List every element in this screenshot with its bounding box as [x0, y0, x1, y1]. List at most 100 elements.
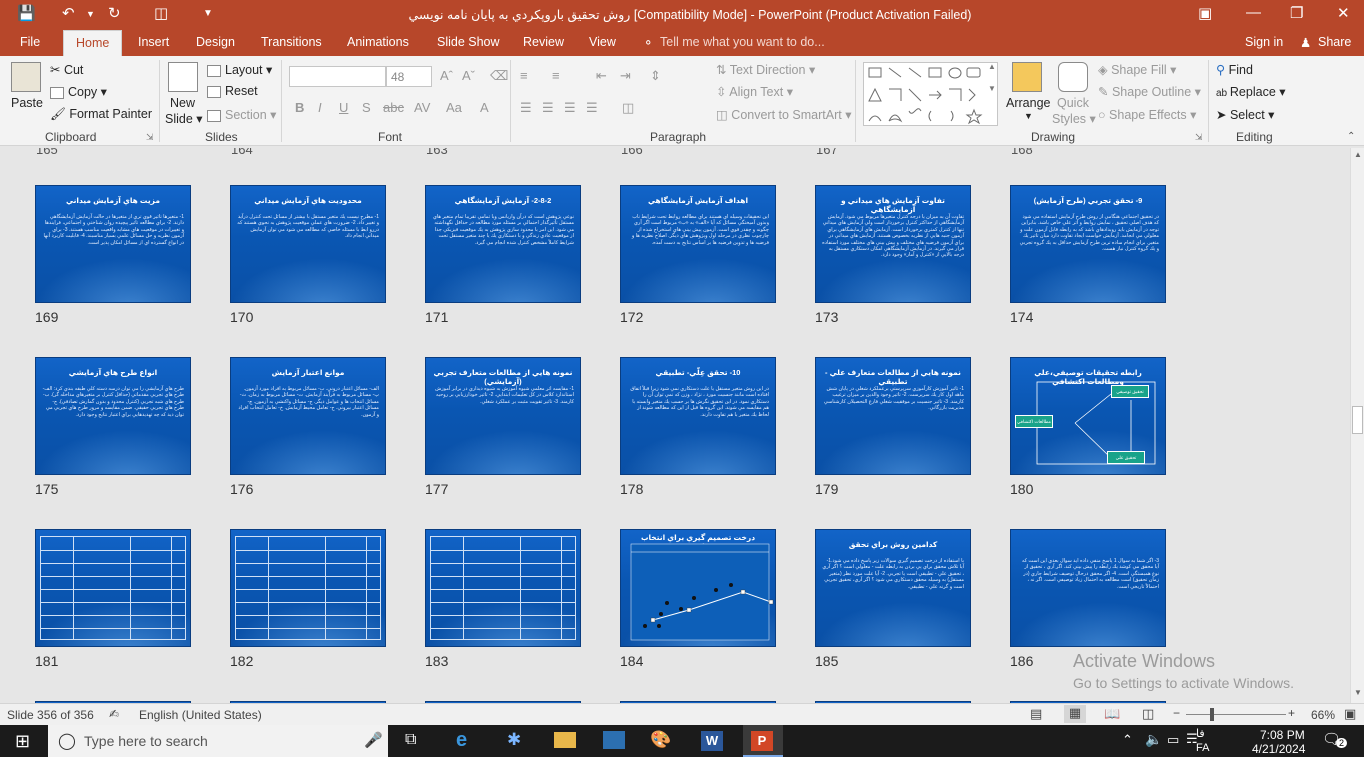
shape-fill-button[interactable]: ◈ Shape Fill ▾: [1098, 62, 1176, 77]
shadow-icon[interactable]: S: [362, 100, 371, 115]
slide-thumbnail[interactable]: نمونه هايي از مطالعات متعارف تجربي (آزما…: [425, 357, 581, 475]
increase-indent-icon[interactable]: ⇥: [620, 68, 631, 84]
replace-button[interactable]: ab Replace ▾: [1216, 84, 1286, 99]
tab-animations[interactable]: Animations: [347, 35, 409, 49]
save-icon[interactable]: 💾: [17, 4, 36, 22]
tab-transitions[interactable]: Transitions: [261, 35, 322, 49]
zoom-in-icon[interactable]: +: [1288, 706, 1295, 720]
tab-design[interactable]: Design: [196, 35, 235, 49]
decrease-indent-icon[interactable]: ⇤: [596, 68, 607, 84]
word-icon[interactable]: W: [701, 731, 723, 751]
paint-app-icon[interactable]: 🎨: [650, 730, 671, 750]
shape-effects-button[interactable]: ○ Shape Effects ▾: [1098, 107, 1196, 122]
shapes-gallery[interactable]: [863, 62, 998, 126]
slide-thumbnail[interactable]: تفاوت آزمايش هاي ميداني و آزمايشگاهي تفاو…: [815, 185, 971, 303]
clear-formatting-icon[interactable]: ⌫: [490, 68, 508, 84]
tab-slide-show[interactable]: Slide Show: [437, 35, 500, 49]
zoom-slider[interactable]: [1186, 714, 1286, 715]
volume-icon[interactable]: 🔈: [1145, 731, 1162, 748]
slide-thumbnail[interactable]: 2-8-2- آزمايش آزمايشگاهي نوعي پژوهش است ك…: [425, 185, 581, 303]
new-slide-icon[interactable]: [168, 62, 198, 92]
scroll-thumb[interactable]: [1352, 406, 1363, 434]
scroll-up-icon[interactable]: ▲: [1354, 150, 1362, 159]
align-center-icon[interactable]: ☰: [542, 100, 554, 116]
cut-button[interactable]: ✂ Cut: [50, 62, 83, 77]
taskbar-search[interactable]: ◯ Type here to search 🎤: [48, 725, 388, 757]
convert-smartart-button[interactable]: ◫ Convert to SmartArt ▾: [716, 107, 852, 122]
slide-thumbnail[interactable]: 9- تحقق تجربي (طرح آزمايش) در تحقيق اجتما…: [1010, 185, 1166, 303]
slide-thumbnail[interactable]: اهداف آزمايش آزمايشگاهي اين تحقيقات وسيله…: [620, 185, 776, 303]
char-spacing-icon[interactable]: AV: [414, 100, 430, 115]
collapse-ribbon-icon[interactable]: ⌃: [1347, 131, 1355, 142]
format-painter-button[interactable]: 🖌 Format Painter: [50, 107, 152, 122]
align-left-icon[interactable]: ☰: [520, 100, 532, 116]
tray-chevron-icon[interactable]: ⌃: [1122, 732, 1133, 748]
slide-thumbnail[interactable]: مزيت هاي آزمايش ميداني 1- متغيرها تاثير ق…: [35, 185, 191, 303]
new-slide-label2[interactable]: Slide ▾: [165, 111, 203, 126]
quick-styles-button[interactable]: Quick: [1057, 96, 1089, 110]
font-color-icon[interactable]: A: [480, 100, 489, 115]
slideshow-view-icon[interactable]: ◫: [1142, 706, 1154, 722]
numbering-icon[interactable]: ≡: [552, 68, 560, 83]
bold-icon[interactable]: B: [295, 100, 304, 115]
slide-thumbnail[interactable]: 10- تحقق عِلّي- تطبيقي در اين روش متغير م…: [620, 357, 776, 475]
slide-thumbnail[interactable]: درخت تصميم گيري براي انتخاب روشهاي تحقيق: [620, 529, 776, 647]
tell-me-input[interactable]: Tell me what you want to do...: [660, 35, 825, 49]
font-name-combo[interactable]: [289, 66, 386, 87]
input-language[interactable]: FA: [1196, 742, 1209, 754]
bullets-icon[interactable]: ≡: [520, 68, 528, 83]
tab-review[interactable]: Review: [523, 35, 564, 49]
copy-button[interactable]: Copy ▾: [50, 84, 107, 99]
paste-icon[interactable]: [11, 62, 41, 92]
line-spacing-icon[interactable]: ⇕: [650, 68, 661, 84]
powerpoint-taskbar-item[interactable]: P: [743, 725, 783, 757]
bluetooth-icon[interactable]: ✱: [507, 730, 521, 750]
clock-time[interactable]: 7:08 PM: [1260, 728, 1305, 742]
tab-insert[interactable]: Insert: [138, 35, 169, 49]
reset-button[interactable]: Reset: [207, 84, 258, 98]
task-view-icon[interactable]: ⧉: [405, 731, 416, 749]
customize-qat-icon[interactable]: ▼: [203, 8, 213, 19]
restore-icon[interactable]: ❐: [1290, 4, 1303, 22]
slide-thumbnail[interactable]: كدامين روش براي تحقق با استفاده از درخت ت…: [815, 529, 971, 647]
gallery-up-icon[interactable]: ▲: [988, 62, 996, 71]
find-button[interactable]: ⚲ Find: [1216, 62, 1253, 77]
change-case-icon[interactable]: Aa: [446, 100, 462, 115]
slide-thumbnail[interactable]: نمونه هايي از مطالعات متعارف علي - تطبيق…: [815, 357, 971, 475]
font-size-combo[interactable]: 48: [386, 66, 432, 87]
arrange-button[interactable]: Arrange: [1006, 96, 1050, 110]
gallery-down-icon[interactable]: ▼: [988, 84, 996, 93]
windows-start-icon[interactable]: ⊞: [15, 731, 30, 752]
arrange-icon[interactable]: [1012, 62, 1042, 92]
slide-thumbnail[interactable]: [425, 529, 581, 647]
shrink-font-icon[interactable]: Aˇ: [462, 68, 475, 83]
fit-to-window-icon[interactable]: ▣: [1344, 706, 1356, 722]
select-button[interactable]: ➤ Select ▾: [1216, 107, 1274, 122]
reading-view-icon[interactable]: 📖: [1104, 706, 1120, 722]
start-slideshow-icon[interactable]: ◫: [154, 4, 168, 22]
clock-date[interactable]: 4/21/2024: [1252, 742, 1305, 756]
network-app-icon[interactable]: [603, 731, 625, 749]
sign-in-link[interactable]: Sign in: [1245, 35, 1283, 49]
tab-file[interactable]: File: [20, 35, 40, 49]
align-text-button[interactable]: ⇳ Align Text ▾: [716, 84, 793, 99]
spell-check-icon[interactable]: ✍: [109, 707, 119, 721]
align-right-icon[interactable]: ☰: [564, 100, 576, 116]
quick-styles-label2[interactable]: Styles ▾: [1052, 111, 1096, 126]
drawing-launcher-icon[interactable]: ⇲: [1195, 132, 1203, 143]
grow-font-icon[interactable]: Aˆ: [440, 68, 453, 83]
share-button[interactable]: Share: [1318, 35, 1351, 49]
tab-view[interactable]: View: [589, 35, 616, 49]
section-button[interactable]: Section ▾: [207, 107, 276, 122]
strikethrough-icon[interactable]: abc: [383, 100, 404, 115]
justify-icon[interactable]: ☰: [586, 100, 598, 116]
slide-sorter[interactable]: 165 164 163 166 167 168 مزيت هاي آزمايش …: [0, 148, 1350, 703]
scroll-down-icon[interactable]: ▼: [1354, 688, 1362, 697]
minimize-icon[interactable]: —: [1246, 4, 1261, 21]
columns-icon[interactable]: ◫: [622, 100, 634, 116]
input-language-fa[interactable]: فا: [1196, 727, 1205, 740]
layout-button[interactable]: Layout ▾: [207, 62, 272, 77]
vertical-scrollbar[interactable]: ▲ ▼: [1350, 148, 1364, 703]
normal-view-icon[interactable]: ▤: [1030, 706, 1042, 722]
slide-thumbnail[interactable]: رابطه تحقيقات توصيفي،علي ومطالعات اكتشاف…: [1010, 357, 1166, 475]
